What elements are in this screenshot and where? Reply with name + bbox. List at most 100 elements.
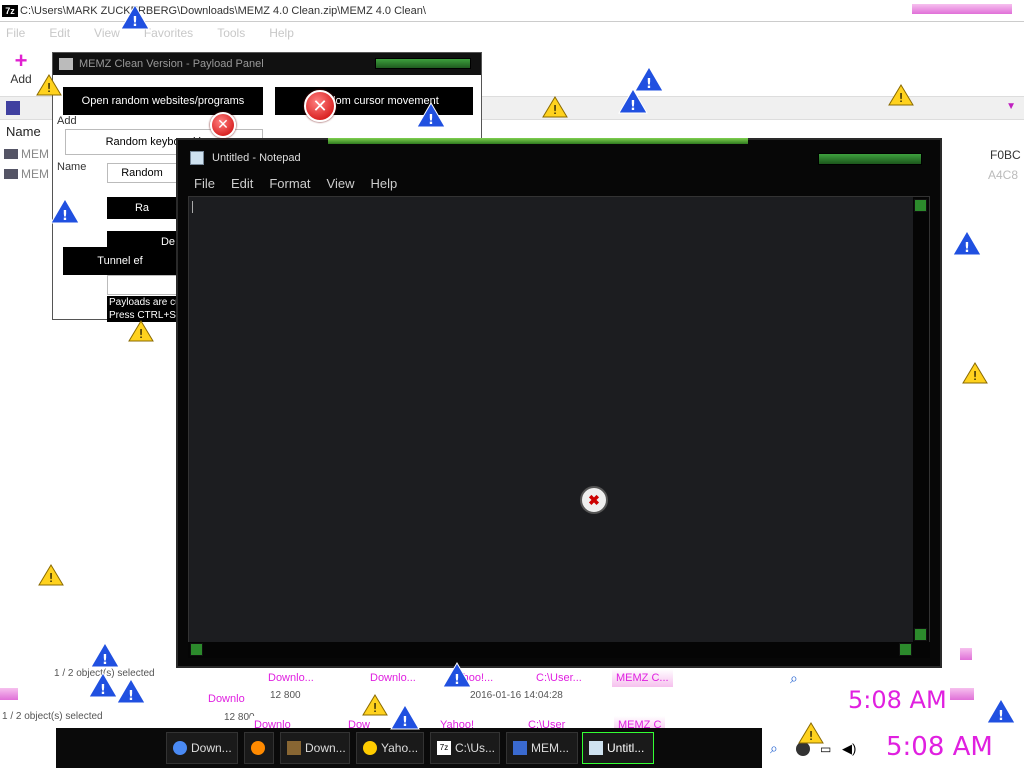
notepad-menu-bar: File Edit Format View Help: [186, 176, 397, 194]
scroll-down-arrow-icon[interactable]: [914, 628, 927, 641]
7zip-window-controls[interactable]: [912, 4, 1012, 14]
add-label: Add: [57, 115, 77, 127]
volume-icon[interactable]: ◀): [842, 741, 856, 757]
ghost-taskbar-item[interactable]: Downlo...: [366, 669, 420, 687]
notepad-icon: [589, 741, 603, 755]
notepad-window: Untitled - Notepad File Edit Format View…: [176, 138, 942, 668]
menu-edit[interactable]: Edit: [49, 26, 70, 44]
svg-text:!: !: [47, 81, 52, 95]
network-icon[interactable]: ▭: [820, 742, 831, 756]
payload-open-websites-button[interactable]: Open random websites/programs: [63, 87, 263, 115]
taskbar-item-yahoo[interactable]: Yaho...: [356, 732, 424, 764]
column-header-name[interactable]: Name: [0, 124, 60, 142]
7zip-title-text: C:\Users\MARK ZUCKERBERG\Downloads\MEMZ …: [20, 4, 426, 17]
search-icon[interactable]: ⌕: [770, 740, 778, 757]
scrollbar-right[interactable]: [960, 648, 972, 660]
taskbar: Down... Down... Yaho... 7z C:\Us... MEM..…: [56, 728, 762, 768]
menu-format[interactable]: Format: [269, 176, 310, 194]
info-text: Payloads are cu: [107, 296, 177, 309]
7zip-icon: 7z: [437, 741, 451, 755]
svg-text:!: !: [100, 683, 106, 698]
scrollbar-right[interactable]: [950, 688, 974, 700]
ghost-taskbar-item[interactable]: MEMZ C...: [612, 669, 673, 687]
notepad-text-area[interactable]: [188, 196, 930, 644]
menu-tools[interactable]: Tools: [217, 26, 245, 44]
error-icon: ✕: [210, 112, 236, 138]
modified-value: 2016-01-16 14:04:28: [470, 690, 563, 701]
info-triangle-icon: !: [90, 642, 120, 668]
folder-up-icon[interactable]: [6, 101, 20, 115]
memz-window-controls[interactable]: [375, 58, 471, 69]
menu-view[interactable]: View: [327, 176, 355, 194]
menu-help[interactable]: Help: [370, 176, 397, 194]
payload-ra-button[interactable]: Ra: [107, 197, 177, 219]
7zip-title-bar: 7z C:\Users\MARK ZUCKERBERG\Downloads\ME…: [0, 0, 1024, 22]
search-icon[interactable]: ⌕: [790, 670, 798, 687]
svg-text:!: !: [62, 209, 68, 224]
warning-icon: !: [128, 320, 154, 342]
info-triangle-icon: !: [120, 4, 150, 30]
taskbar-item-downloads[interactable]: Down...: [280, 732, 350, 764]
menu-file[interactable]: File: [194, 176, 215, 194]
vertical-scrollbar[interactable]: [913, 197, 929, 643]
hex-value: F0BC: [990, 148, 1021, 162]
taskbar-item-notepad[interactable]: Untitl...: [582, 732, 654, 764]
memz-exe-icon: [513, 741, 527, 755]
svg-text:!: !: [630, 99, 636, 114]
menu-view[interactable]: View: [94, 26, 120, 44]
size-value: 12 800: [270, 690, 301, 701]
list-item[interactable]: MEM: [4, 166, 49, 182]
memz-icon: [287, 741, 301, 755]
info-triangle-icon: !: [88, 672, 118, 698]
name-label: Name: [57, 161, 87, 173]
svg-text:!: !: [132, 15, 138, 30]
yahoo-smiley-icon: [363, 741, 377, 755]
info-triangle-icon: !: [986, 698, 1016, 724]
info-triangle-icon: !: [116, 678, 146, 704]
taskbar-item-chrome[interactable]: Down...: [166, 732, 238, 764]
taskbar-item-firefox[interactable]: [244, 732, 274, 764]
7zip-add-button[interactable]: + Add: [6, 50, 36, 87]
window-glow-bar: [328, 138, 748, 144]
horizontal-scrollbar[interactable]: [188, 642, 930, 658]
payload-button[interactable]: [107, 275, 177, 295]
tray-icon[interactable]: [796, 742, 810, 756]
svg-text:!: !: [964, 241, 970, 256]
file-icon: [4, 149, 18, 159]
dropdown-arrow-icon[interactable]: ▼: [1006, 101, 1016, 112]
menu-help[interactable]: Help: [269, 26, 294, 44]
firefox-icon: [251, 741, 265, 755]
svg-text:!: !: [454, 673, 460, 688]
taskbar-item-memz[interactable]: MEM...: [506, 732, 578, 764]
ghost-taskbar-item[interactable]: C:\User...: [532, 669, 586, 687]
menu-file[interactable]: File: [6, 26, 25, 44]
menu-favorites[interactable]: Favorites: [144, 26, 193, 44]
scrollbar-left[interactable]: [0, 688, 18, 700]
warning-icon: !: [36, 74, 62, 96]
list-item[interactable]: MEM: [4, 146, 49, 162]
ghost-taskbar-item[interactable]: Downlo...: [264, 669, 318, 687]
memz-cursor-icon: ✖: [580, 486, 608, 514]
7zip-menu-bar: File Edit View Favorites Tools Help: [0, 26, 1024, 44]
svg-text:!: !: [553, 103, 558, 117]
warning-icon: !: [38, 564, 64, 586]
svg-text:!: !: [139, 327, 144, 341]
taskbar-item-7zip[interactable]: 7z C:\Us...: [430, 732, 500, 764]
svg-text:!: !: [128, 689, 134, 704]
svg-text:!: !: [899, 91, 904, 105]
payload-random-button[interactable]: Random: [107, 163, 177, 183]
scroll-right-arrow-icon[interactable]: [899, 643, 912, 656]
scroll-up-arrow-icon[interactable]: [914, 199, 927, 212]
svg-text:!: !: [49, 571, 54, 585]
scroll-left-arrow-icon[interactable]: [190, 643, 203, 656]
warning-icon: !: [798, 722, 824, 744]
ghost-taskbar-item[interactable]: Downlo: [204, 690, 249, 708]
warning-icon: !: [888, 84, 914, 106]
payload-tunnel-button[interactable]: Tunnel ef: [63, 247, 177, 275]
notepad-window-controls[interactable]: [818, 153, 922, 165]
svg-text:!: !: [998, 709, 1004, 724]
text-caret: [192, 201, 193, 213]
menu-edit[interactable]: Edit: [231, 176, 253, 194]
hex-value: A4C8: [988, 168, 1019, 182]
taskbar-clock: 5:08 AM: [886, 732, 993, 762]
